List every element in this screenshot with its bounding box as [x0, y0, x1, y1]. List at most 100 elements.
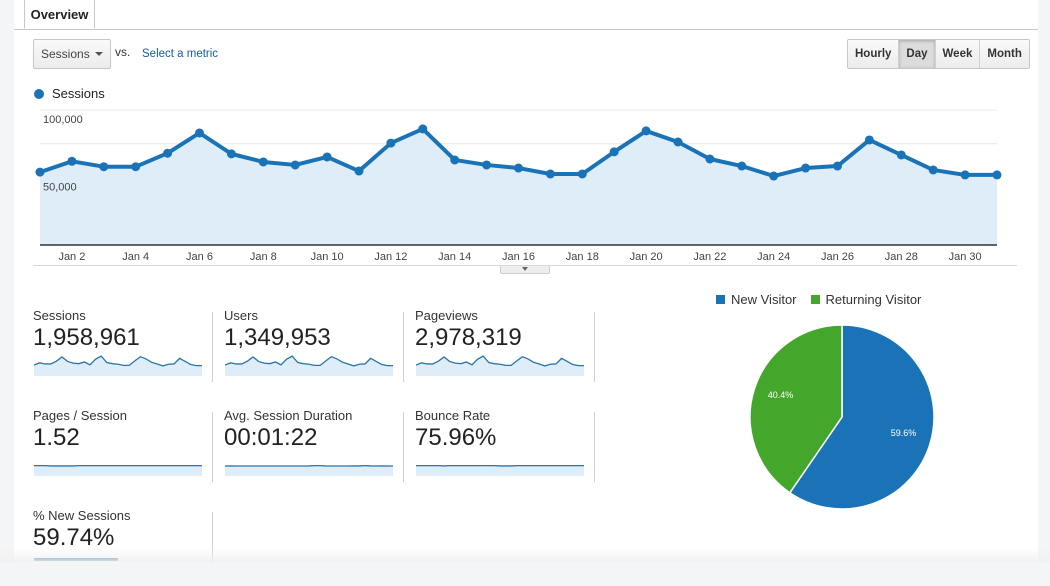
- tile-separator: [594, 312, 595, 382]
- data-point[interactable]: [418, 124, 427, 133]
- legend-label: Sessions: [52, 86, 105, 101]
- metric-tile-users[interactable]: Users1,349,953: [219, 308, 409, 386]
- data-point[interactable]: [514, 164, 523, 173]
- month-button[interactable]: Month: [979, 40, 1028, 68]
- tile-value: 00:01:22: [224, 424, 317, 452]
- data-point[interactable]: [961, 170, 970, 179]
- data-point[interactable]: [833, 162, 842, 171]
- tile-label: Sessions: [33, 308, 86, 323]
- metric-tile-new-sessions[interactable]: % New Sessions59.74%: [28, 508, 218, 586]
- data-point[interactable]: [993, 170, 1002, 179]
- data-point[interactable]: [801, 164, 810, 173]
- tile-label: Users: [224, 308, 258, 323]
- data-point[interactable]: [865, 135, 874, 144]
- data-point[interactable]: [929, 165, 938, 174]
- week-button[interactable]: Week: [935, 40, 980, 68]
- x-tick-label: Jan 26: [821, 251, 854, 263]
- caret-down-icon: [522, 267, 528, 271]
- sparkline-fill: [225, 466, 393, 476]
- data-point[interactable]: [546, 169, 555, 178]
- y-tick-label: 50,000: [43, 182, 77, 194]
- chevron-down-icon: [95, 52, 103, 56]
- pie-legend: New Visitor Returning Visitor: [716, 292, 935, 307]
- x-tick-label: Jan 6: [186, 251, 213, 263]
- metric-tile-sessions[interactable]: Sessions1,958,961: [28, 308, 218, 386]
- day-button[interactable]: Day: [898, 40, 934, 68]
- y-tick-label: 100,000: [43, 114, 83, 126]
- data-point[interactable]: [450, 155, 459, 164]
- data-point[interactable]: [897, 150, 906, 159]
- legend-label: New Visitor: [731, 292, 797, 307]
- hourly-button[interactable]: Hourly: [848, 40, 898, 68]
- tile-separator: [212, 412, 213, 482]
- data-point[interactable]: [482, 160, 491, 169]
- x-tick-label: Jan 10: [311, 251, 344, 263]
- x-tick-label: Jan 12: [374, 251, 407, 263]
- data-point[interactable]: [291, 160, 300, 169]
- metric-dropdown[interactable]: Sessions: [33, 39, 111, 69]
- data-point[interactable]: [769, 172, 778, 181]
- pie-slice-label: 40.4%: [768, 390, 794, 400]
- legend-returning-visitor[interactable]: Returning Visitor: [811, 292, 922, 307]
- tile-value: 75.96%: [415, 424, 496, 452]
- metric-tile-bounce-rate[interactable]: Bounce Rate75.96%: [410, 408, 600, 486]
- data-point[interactable]: [99, 162, 108, 171]
- data-point[interactable]: [642, 126, 651, 135]
- data-point[interactable]: [705, 155, 714, 164]
- sparkline-fill: [416, 466, 584, 476]
- data-point[interactable]: [67, 157, 76, 166]
- x-tick-label: Jan 20: [630, 251, 663, 263]
- pie-slice-label: 59.6%: [891, 428, 917, 438]
- data-point[interactable]: [227, 149, 236, 158]
- metric-dropdown-value: Sessions: [41, 47, 90, 61]
- tile-label: Avg. Session Duration: [224, 408, 352, 423]
- tab-bar: Overview: [14, 0, 1038, 30]
- data-point[interactable]: [355, 167, 364, 176]
- sparkline: [34, 352, 202, 376]
- data-point[interactable]: [163, 149, 172, 158]
- sparkline: [416, 452, 584, 476]
- bottom-fade: [0, 548, 1050, 562]
- sparkline: [225, 452, 393, 476]
- expand-chart-button[interactable]: [500, 266, 550, 274]
- tile-label: Pages / Session: [33, 408, 127, 423]
- x-tick-label: Jan 2: [58, 251, 85, 263]
- data-point[interactable]: [578, 169, 587, 178]
- data-point[interactable]: [386, 139, 395, 148]
- metric-tile-avg-session-duration[interactable]: Avg. Session Duration00:01:22: [219, 408, 409, 486]
- vs-label: vs.: [115, 45, 130, 59]
- legend-label: Returning Visitor: [826, 292, 922, 307]
- x-tick-label: Jan 4: [122, 251, 149, 263]
- data-point[interactable]: [36, 168, 45, 177]
- sparkline-fill: [34, 466, 202, 476]
- tile-separator: [594, 412, 595, 482]
- tile-label: % New Sessions: [33, 508, 131, 523]
- sparkline: [416, 352, 584, 376]
- tile-separator: [403, 312, 404, 382]
- data-point[interactable]: [323, 152, 332, 161]
- select-metric-link[interactable]: Select a metric: [142, 48, 218, 60]
- x-tick-label: Jan 16: [502, 251, 535, 263]
- data-point[interactable]: [610, 147, 619, 156]
- tile-value: 1,349,953: [224, 324, 331, 352]
- sparkline: [34, 452, 202, 476]
- data-point[interactable]: [737, 162, 746, 171]
- new-visitor-swatch-icon: [716, 295, 725, 304]
- metric-tile-pageviews[interactable]: Pageviews2,978,319: [410, 308, 600, 386]
- visitor-pie-chart: 59.6% 40.4%: [734, 322, 934, 522]
- legend-new-visitor[interactable]: New Visitor: [716, 292, 797, 307]
- data-point[interactable]: [259, 157, 268, 166]
- x-tick-label: Jan 30: [949, 251, 982, 263]
- data-point[interactable]: [131, 162, 140, 171]
- tab-overview[interactable]: Overview: [24, 0, 95, 29]
- returning-visitor-swatch-icon: [811, 295, 820, 304]
- data-point[interactable]: [195, 128, 204, 137]
- tile-separator: [403, 412, 404, 482]
- overview-panel: Overview Sessions vs. Select a metric Ho…: [14, 0, 1038, 562]
- sparkline: [225, 352, 393, 376]
- x-tick-label: Jan 24: [757, 251, 790, 263]
- x-tick-label: Jan 28: [885, 251, 918, 263]
- data-point[interactable]: [674, 137, 683, 146]
- tile-value: 1.52: [33, 424, 80, 452]
- metric-tile-pages-session[interactable]: Pages / Session1.52: [28, 408, 218, 486]
